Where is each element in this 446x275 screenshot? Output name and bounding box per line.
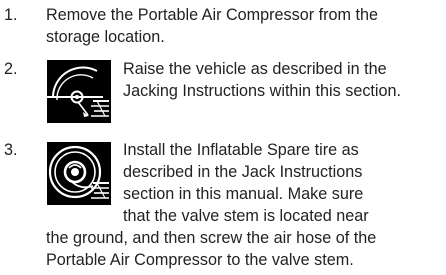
step-number: 3. xyxy=(4,141,18,159)
step-number: 2. xyxy=(4,60,18,78)
step-text-line: Install the Inflatable Spare tire as xyxy=(123,141,359,159)
inflatable-spare-tire-icon xyxy=(47,142,111,205)
step-text-line: described in the Jack Instructions xyxy=(123,163,363,181)
step-text-line: section in this manual. Make sure xyxy=(123,185,364,203)
step-text-line: the ground, and then screw the air hose … xyxy=(46,229,377,247)
step-number: 1. xyxy=(4,6,18,24)
instruction-page: { "steps": [ { "number": "1.", "lines": … xyxy=(0,0,446,275)
vehicle-jacking-icon xyxy=(47,60,111,123)
step-text-line: storage location. xyxy=(46,28,165,46)
step-text-line: that the valve stem is located near xyxy=(123,207,369,225)
step-text-line: Remove the Portable Air Compressor from … xyxy=(46,6,378,24)
step-text-line: Raise the vehicle as described in the xyxy=(123,60,387,78)
step-text-line: Jacking Instructions within this section… xyxy=(123,82,402,100)
step-text-line: Portable Air Compressor to the valve ste… xyxy=(46,251,354,269)
